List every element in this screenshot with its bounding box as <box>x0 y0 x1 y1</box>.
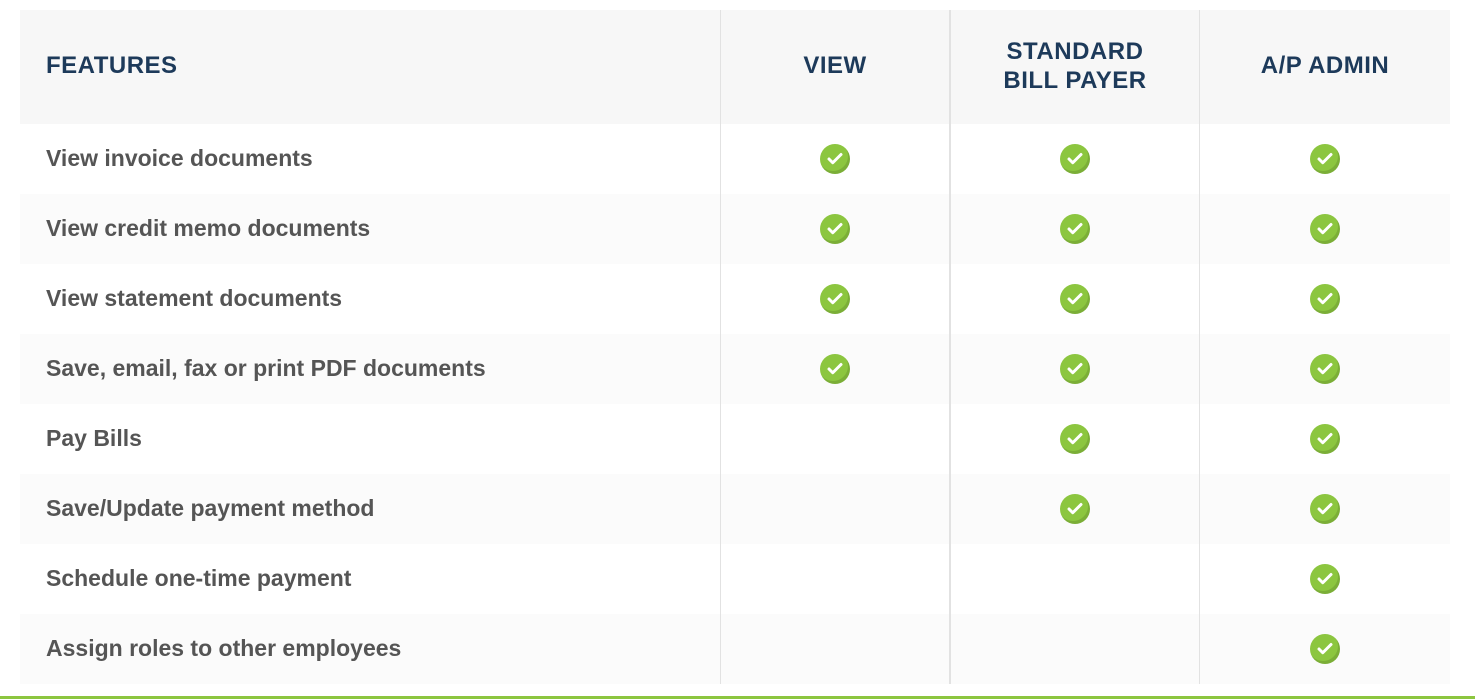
col-header-ap-admin: A/P ADMIN <box>1200 10 1450 124</box>
feature-cell <box>720 404 950 474</box>
feature-cell <box>950 404 1200 474</box>
feature-cell <box>950 614 1200 684</box>
check-icon <box>1060 354 1090 384</box>
feature-cell <box>1200 264 1450 334</box>
check-icon <box>820 284 850 314</box>
check-icon <box>1310 284 1340 314</box>
feature-cell <box>1200 404 1450 474</box>
feature-cell <box>720 334 950 404</box>
feature-cell <box>1200 124 1450 194</box>
check-icon <box>1310 214 1340 244</box>
check-icon <box>1060 494 1090 524</box>
check-icon <box>1060 144 1090 174</box>
check-icon <box>1310 634 1340 664</box>
feature-label: Pay Bills <box>20 404 720 474</box>
feature-label: Schedule one-time payment <box>20 544 720 614</box>
feature-cell <box>950 264 1200 334</box>
check-icon <box>820 214 850 244</box>
check-icon <box>1060 424 1090 454</box>
feature-cell <box>1200 544 1450 614</box>
feature-cell <box>950 474 1200 544</box>
features-table: FEATURES VIEW STANDARD BILL PAYER A/P AD… <box>20 10 1455 684</box>
check-icon <box>820 144 850 174</box>
col-header-standard-bill-payer: STANDARD BILL PAYER <box>950 10 1200 124</box>
feature-label: Save, email, fax or print PDF documents <box>20 334 720 404</box>
feature-cell <box>1200 194 1450 264</box>
feature-cell <box>720 544 950 614</box>
feature-label: View invoice documents <box>20 124 720 194</box>
feature-cell <box>720 264 950 334</box>
feature-label: Assign roles to other employees <box>20 614 720 684</box>
check-icon <box>1310 564 1340 594</box>
check-icon <box>1310 424 1340 454</box>
feature-cell <box>1200 614 1450 684</box>
col-header-features: FEATURES <box>20 10 720 124</box>
feature-cell <box>720 474 950 544</box>
feature-cell <box>950 194 1200 264</box>
feature-label: Save/Update payment method <box>20 474 720 544</box>
check-icon <box>1310 354 1340 384</box>
check-icon <box>820 354 850 384</box>
feature-cell <box>720 614 950 684</box>
check-icon <box>1060 214 1090 244</box>
feature-label: View statement documents <box>20 264 720 334</box>
feature-cell <box>950 544 1200 614</box>
feature-cell <box>1200 334 1450 404</box>
feature-cell <box>950 334 1200 404</box>
feature-cell <box>1200 474 1450 544</box>
check-icon <box>1310 494 1340 524</box>
feature-cell <box>950 124 1200 194</box>
feature-cell <box>720 124 950 194</box>
col-header-view: VIEW <box>720 10 950 124</box>
feature-cell <box>720 194 950 264</box>
feature-label: View credit memo documents <box>20 194 720 264</box>
check-icon <box>1060 284 1090 314</box>
check-icon <box>1310 144 1340 174</box>
